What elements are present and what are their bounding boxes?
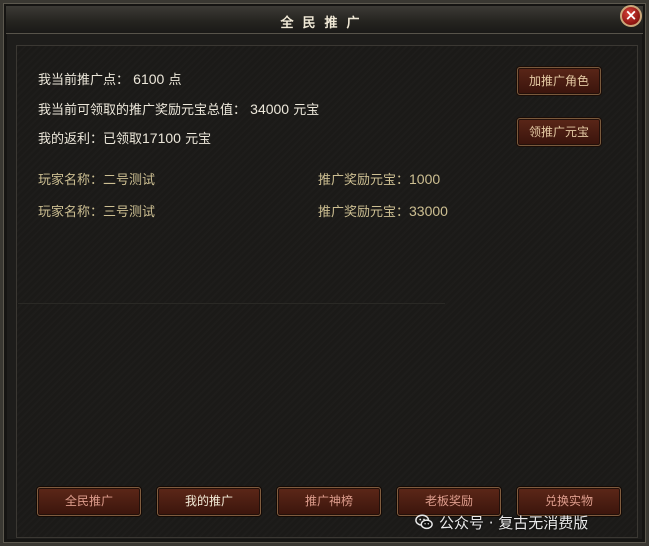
reward-total-value: 34000 — [250, 101, 290, 117]
rebate-value: 17100 — [142, 130, 181, 146]
tab-promotion-ranking[interactable]: 推广神榜 — [277, 487, 381, 516]
player-reward: 33000 — [409, 203, 448, 219]
rebate-label: 我的返利：已领取 — [38, 132, 143, 147]
points-label: 我当前推广点： — [38, 73, 130, 88]
player-name: 三号测试 — [103, 205, 156, 220]
tab-national-promotion[interactable]: 全民推广 — [37, 487, 141, 516]
close-icon: × — [624, 6, 638, 24]
points-value: 6100 — [133, 71, 165, 87]
points-line: 我当前推广点： 6100 点 — [38, 69, 181, 88]
player-name-label: 玩家名称： — [38, 205, 104, 220]
promotion-window: 全民推广 × 我当前推广点： 6100 点 我当前可领取的推广奖励元宝总值： 3… — [0, 0, 649, 546]
rebate-line: 我的返利：已领取17100 元宝 — [38, 128, 211, 147]
player-reward-label: 推广奖励元宝： — [318, 205, 410, 220]
list-divider — [18, 303, 445, 304]
player-reward-row-2: 推广奖励元宝：33000 — [318, 201, 448, 220]
add-promoter-role-button[interactable]: 加推广角色 — [517, 67, 601, 95]
reward-total-line: 我当前可领取的推广奖励元宝总值： 34000 元宝 — [38, 99, 319, 118]
rebate-unit: 元宝 — [185, 132, 212, 147]
watermark-text: 公众号 · 复古无消费版 — [439, 513, 589, 532]
player-name: 二号测试 — [103, 173, 156, 188]
close-button[interactable]: × — [620, 5, 642, 27]
claim-promotion-ingot-button[interactable]: 领推广元宝 — [517, 118, 601, 146]
player-reward-row-1: 推广奖励元宝：1000 — [318, 169, 440, 188]
window-title: 全民推广 — [280, 16, 369, 31]
wechat-icon — [415, 514, 433, 530]
reward-total-label: 我当前可领取的推广奖励元宝总值： — [38, 103, 247, 118]
player-name-label: 玩家名称： — [38, 173, 104, 188]
watermark: 公众号 · 复古无消费版 — [415, 509, 588, 535]
tab-my-promotion[interactable]: 我的推广 — [157, 487, 261, 516]
player-reward-label: 推广奖励元宝： — [318, 173, 410, 188]
reward-total-unit: 元宝 — [293, 103, 320, 118]
title-bar[interactable]: 全民推广 — [6, 6, 643, 34]
player-name-row-1: 玩家名称：二号测试 — [38, 169, 155, 188]
points-unit: 点 — [168, 73, 182, 88]
player-name-row-2: 玩家名称：三号测试 — [38, 201, 155, 220]
player-reward: 1000 — [409, 171, 441, 187]
